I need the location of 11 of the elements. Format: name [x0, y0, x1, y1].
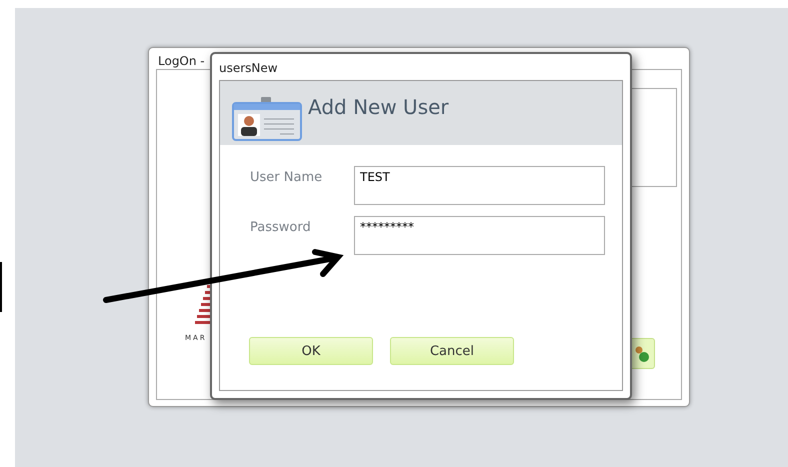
edge-line	[0, 262, 2, 312]
ok-button[interactable]: OK	[249, 337, 373, 365]
field-label: Password	[250, 219, 312, 235]
field-label: User Name	[250, 169, 324, 185]
window-title: usersNew	[219, 61, 278, 75]
cancel-button[interactable]: Cancel	[390, 337, 514, 365]
window-title: LogOn -	[158, 54, 205, 68]
input-field[interactable]: TEST	[354, 166, 605, 205]
input-field[interactable]: *********	[354, 216, 605, 255]
id-card-icon	[232, 97, 302, 141]
dialog-heading: Add New User	[308, 95, 449, 119]
